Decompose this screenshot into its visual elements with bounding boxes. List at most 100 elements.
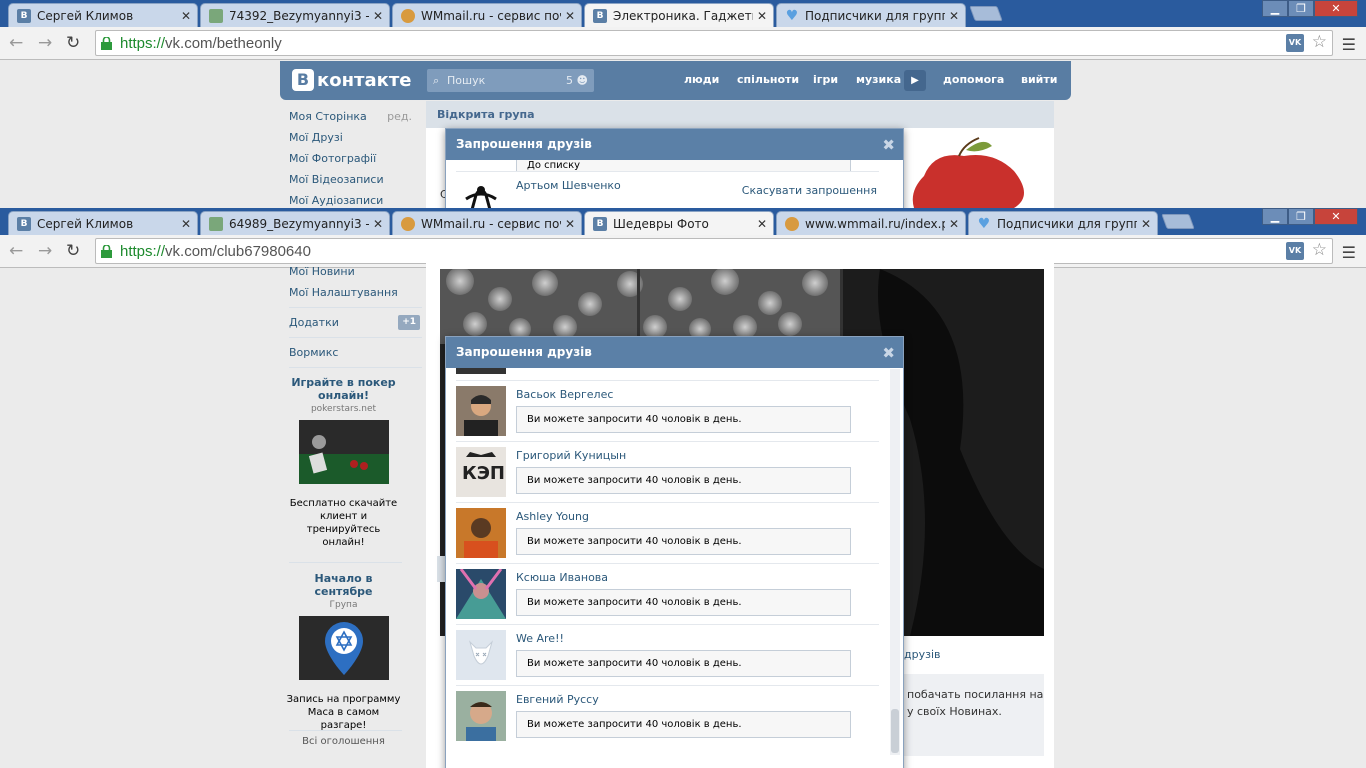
menu-wormix[interactable]: Вормикс bbox=[280, 342, 426, 363]
tab-title: Электроника. Гаджеты. Н bbox=[613, 8, 753, 23]
menu-videos[interactable]: Мої Відеозаписи bbox=[280, 169, 426, 190]
wmmail-icon bbox=[785, 216, 799, 231]
close-tab-icon[interactable]: ✕ bbox=[181, 217, 191, 231]
maximize-icon[interactable]: ❐ bbox=[1288, 0, 1314, 17]
avatar: КЭП bbox=[456, 447, 506, 497]
close-tab-icon[interactable]: ✕ bbox=[1141, 217, 1151, 231]
bookmark-star-icon[interactable]: ☆ bbox=[1312, 240, 1327, 260]
ad-headline[interactable]: Играйте в покер онлайн! bbox=[285, 376, 402, 402]
window-controls: ▁ ❐ ✕ bbox=[1262, 208, 1358, 225]
close-icon[interactable]: ✖ bbox=[882, 344, 895, 362]
menu-my-page[interactable]: Моя Сторінка ред. bbox=[280, 106, 426, 127]
ad-domain: pokerstars.net bbox=[310, 404, 377, 414]
friend-name[interactable]: Евгений Руссу bbox=[516, 693, 599, 706]
nav-people[interactable]: люди bbox=[684, 73, 719, 86]
friend-name[interactable]: Артьом Шевченко bbox=[516, 179, 621, 192]
tab-2[interactable]: 64989_Bezymyannyi3 - За ✕ bbox=[200, 211, 390, 235]
minimize-icon[interactable]: ▁ bbox=[1262, 208, 1288, 225]
nav-games[interactable]: ігри bbox=[813, 73, 838, 86]
friend-row: Ксюша Иванова Ви можете запросити 40 чол… bbox=[456, 564, 879, 625]
friend-name[interactable]: We Are!! bbox=[516, 632, 564, 645]
bookmark-star-icon[interactable]: ☆ bbox=[1312, 32, 1327, 52]
edit-link[interactable]: ред. bbox=[387, 106, 412, 127]
close-tab-icon[interactable]: ✕ bbox=[757, 217, 767, 231]
new-tab-button[interactable] bbox=[1161, 214, 1195, 229]
close-tab-icon[interactable]: ✕ bbox=[565, 9, 575, 23]
back-icon[interactable]: ← bbox=[9, 33, 23, 53]
friend-name[interactable]: Григорий Куницын bbox=[516, 449, 626, 462]
close-tab-icon[interactable]: ✕ bbox=[181, 9, 191, 23]
vk-logo[interactable]: В контакте bbox=[292, 69, 411, 91]
tab-1[interactable]: В Сергей Климов ✕ bbox=[8, 3, 198, 27]
friend-row: We Are!! Ви можете запросити 40 чоловік … bbox=[456, 625, 879, 686]
close-tab-icon[interactable]: ✕ bbox=[949, 9, 959, 23]
close-tab-icon[interactable]: ✕ bbox=[949, 217, 959, 231]
tab-1[interactable]: В Сергей Климов ✕ bbox=[8, 211, 198, 235]
close-icon[interactable]: ✖ bbox=[882, 136, 895, 154]
vk-extension-icon[interactable]: VK bbox=[1286, 242, 1304, 260]
minimize-icon[interactable]: ▁ bbox=[1262, 0, 1288, 17]
new-tab-button[interactable] bbox=[969, 6, 1003, 21]
tab-3[interactable]: WMmail.ru - сервис почт ✕ bbox=[392, 211, 582, 235]
back-icon[interactable]: ← bbox=[9, 241, 23, 261]
ad-block-poker[interactable]: Играйте в покер онлайн! pokerstars.net Б… bbox=[285, 376, 402, 549]
close-window-icon[interactable]: ✕ bbox=[1314, 208, 1358, 225]
friend-name[interactable]: Ashley Young bbox=[516, 510, 589, 523]
all-ads-link[interactable]: Всі оголошення bbox=[285, 736, 402, 747]
tab-title: WMmail.ru - сервис почт bbox=[421, 216, 561, 231]
tab-title: 64989_Bezymyannyi3 - За bbox=[229, 216, 369, 231]
friends-link[interactable]: друзів bbox=[904, 648, 941, 661]
close-tab-icon[interactable]: ✕ bbox=[373, 217, 383, 231]
tab-4[interactable]: В Электроника. Гаджеты. Н ✕ bbox=[584, 3, 774, 27]
nav-communities[interactable]: спільноти bbox=[737, 73, 799, 86]
search-input[interactable]: ⌕ Пошук 5 ☻ bbox=[427, 69, 594, 92]
menu-apps[interactable]: Додатки +1 bbox=[280, 312, 426, 333]
friend-name[interactable]: Васьок Вергелес bbox=[516, 388, 613, 401]
avatar bbox=[456, 177, 506, 208]
reload-icon[interactable]: ↻ bbox=[66, 241, 80, 261]
dialog-scrollbar[interactable] bbox=[890, 369, 900, 755]
menu-news[interactable]: Мої Новини bbox=[280, 261, 426, 282]
menu-icon[interactable]: ☰ bbox=[1342, 243, 1356, 262]
reload-icon[interactable]: ↻ bbox=[66, 33, 80, 53]
nav-logout[interactable]: вийти bbox=[1021, 73, 1057, 86]
vk-extension-icon[interactable]: VK bbox=[1286, 34, 1304, 52]
tab-2[interactable]: 74392_Bezymyannyi3 - За ✕ bbox=[200, 3, 390, 27]
menu-friends[interactable]: Мої Друзі bbox=[280, 127, 426, 148]
address-bar[interactable]: https://vk.com/betheonly VK ☆ bbox=[95, 30, 1333, 56]
play-icon[interactable]: ▶ bbox=[904, 70, 926, 91]
ad-headline[interactable]: Начало в сентябре bbox=[285, 572, 402, 598]
scrollbar-thumb[interactable] bbox=[891, 709, 899, 753]
nav-help[interactable]: допомога bbox=[943, 73, 1004, 86]
forward-icon[interactable]: → bbox=[38, 241, 52, 261]
tab-5[interactable]: www.wmmail.ru/index.ph ✕ bbox=[776, 211, 966, 235]
vk-icon: В bbox=[17, 216, 31, 231]
nav-music[interactable]: музика bbox=[856, 73, 901, 86]
menu-icon[interactable]: ☰ bbox=[1342, 35, 1356, 54]
close-tab-icon[interactable]: ✕ bbox=[757, 9, 767, 23]
menu-photos[interactable]: Мої Фотографії bbox=[280, 148, 426, 169]
forward-icon[interactable]: → bbox=[38, 33, 52, 53]
friend-name[interactable]: Ксюша Иванова bbox=[516, 571, 608, 584]
browser-window-front: В Сергей Климов ✕ 64989_Bezymyannyi3 - З… bbox=[0, 208, 1366, 768]
dialog-header: Запрошення друзів ✖ bbox=[446, 337, 903, 368]
menu-audio[interactable]: Мої Аудіозаписи bbox=[280, 190, 426, 208]
tab-6[interactable]: ♥ Подписчики для групп ✕ bbox=[968, 211, 1158, 235]
tab-5[interactable]: ♥ Подписчики для групп ✕ bbox=[776, 3, 966, 27]
menu-settings[interactable]: Мої Налаштування bbox=[280, 282, 426, 303]
limit-message: Ви можете запросити 40 чоловік в день. bbox=[516, 467, 851, 494]
tab-3[interactable]: WMmail.ru - сервис почт ✕ bbox=[392, 3, 582, 27]
dialog-header: Запрошення друзів ✖ bbox=[446, 129, 903, 160]
apple-image bbox=[912, 137, 1024, 208]
close-window-icon[interactable]: ✕ bbox=[1314, 0, 1358, 17]
cancel-invite-link[interactable]: Скасувати запрошення bbox=[742, 184, 877, 197]
browser-window-back: В Сергей Климов ✕ 74392_Bezymyannyi3 - З… bbox=[0, 0, 1366, 208]
tab-strip: В Сергей Климов ✕ 74392_Bezymyannyi3 - З… bbox=[0, 0, 1366, 27]
image-icon bbox=[209, 8, 223, 23]
close-tab-icon[interactable]: ✕ bbox=[373, 9, 383, 23]
tab-4[interactable]: В Шедевры Фото ✕ bbox=[584, 211, 774, 235]
close-tab-icon[interactable]: ✕ bbox=[565, 217, 575, 231]
ad-block-masa[interactable]: Начало в сентябре Група Запись на програ… bbox=[285, 572, 402, 732]
tab-title: 74392_Bezymyannyi3 - За bbox=[229, 8, 369, 23]
maximize-icon[interactable]: ❐ bbox=[1288, 208, 1314, 225]
